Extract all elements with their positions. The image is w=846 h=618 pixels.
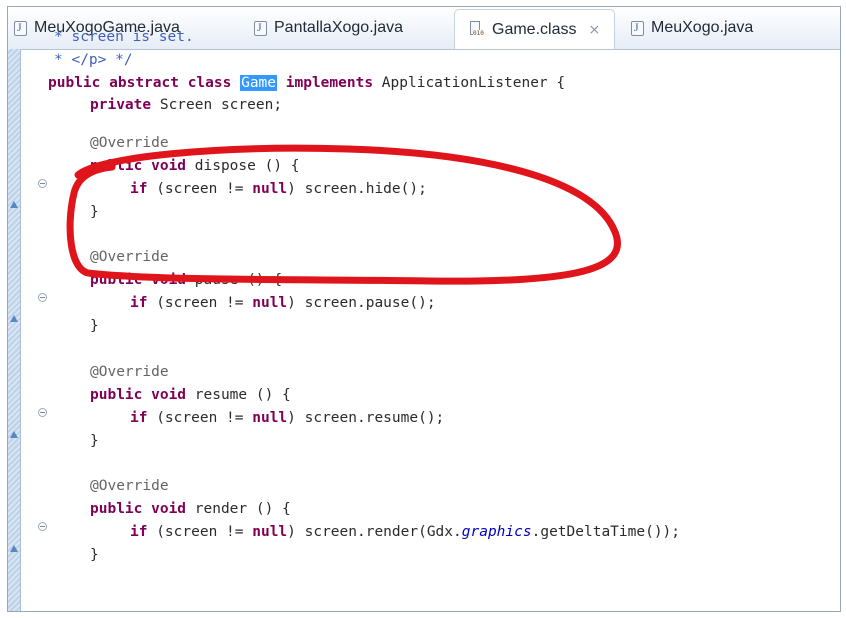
close-brace: } (90, 433, 99, 449)
code-line: if (screen != null) screen.render(Gdx.gr… (130, 523, 680, 541)
keyword: public void (90, 158, 187, 174)
keyword: if (130, 410, 148, 426)
static-field: graphics (461, 524, 532, 540)
code-line: if (screen != null) screen.pause(); (130, 294, 436, 312)
keyword: implements (285, 75, 374, 91)
keyword: public void (90, 272, 187, 288)
annotation: @Override (90, 135, 169, 151)
keyword: private (90, 97, 152, 113)
identifier: Screen screen; (159, 97, 283, 113)
method-name: render () { (186, 501, 291, 517)
expression: (screen != (156, 524, 253, 540)
expression: ) screen.hide(); (287, 181, 427, 197)
method-signature: public void dispose () { (90, 157, 300, 175)
code-line: * screen is set. (54, 29, 194, 45)
expression: (screen != (156, 410, 253, 426)
code-editor[interactable]: * screen is set. * </p> */ public abstra… (8, 7, 840, 611)
selected-text[interactable]: Game (240, 75, 278, 91)
method-signature: public void resume () { (90, 386, 291, 404)
keyword: if (130, 181, 148, 197)
keyword: class (187, 75, 232, 91)
annotation: @Override (90, 364, 169, 380)
identifier: ApplicationListener { (381, 75, 566, 91)
expression: (screen != (156, 295, 253, 311)
method-signature: public void render () { (90, 500, 291, 518)
method-name: resume () { (186, 387, 291, 403)
expression: ) screen.pause(); (287, 295, 436, 311)
keyword: null (252, 181, 288, 197)
code-line: private Screen screen; (90, 96, 282, 114)
keyword: public void (90, 387, 187, 403)
keyword: public void (90, 501, 187, 517)
expression: (screen != (156, 181, 253, 197)
method-name: pause () { (186, 272, 283, 288)
keyword: null (252, 410, 288, 426)
expression: ) screen.resume(); (287, 410, 445, 426)
keyword: if (130, 524, 148, 540)
method-name: dispose () { (186, 158, 300, 174)
keyword: if (130, 295, 148, 311)
keyword: null (252, 295, 288, 311)
keyword: null (252, 524, 288, 540)
annotation: @Override (90, 478, 169, 494)
close-brace: } (90, 318, 99, 334)
keyword: public (48, 75, 101, 91)
code-line: * </p> */ (54, 52, 133, 68)
expression: ) screen.render(Gdx. (287, 524, 462, 540)
close-brace: } (90, 204, 99, 220)
method-signature: public void pause () { (90, 271, 282, 289)
code-line: if (screen != null) screen.resume(); (130, 409, 444, 427)
code-line: if (screen != null) screen.hide(); (130, 180, 427, 198)
keyword: abstract (109, 75, 179, 91)
code-line: public abstract class Game implements Ap… (48, 74, 565, 92)
annotation: @Override (90, 249, 169, 265)
editor-window: MeuXogoGame.java PantallaXogo.java Game.… (7, 6, 841, 612)
close-brace: } (90, 547, 99, 563)
expression: .getDeltaTime()); (531, 524, 681, 540)
